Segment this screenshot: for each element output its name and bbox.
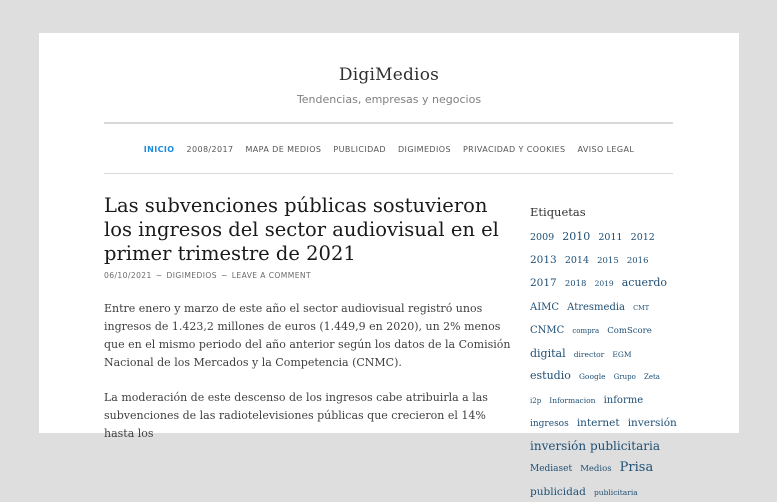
tag-link[interactable]: informe — [604, 395, 644, 406]
site-tagline: Tendencias, empresas y negocios — [296, 93, 482, 106]
page-container: DigiMedios Tendencias, empresas y negoci… — [39, 33, 739, 498]
tags-widget-title: Etiquetas — [530, 205, 586, 219]
tag-link[interactable]: 2017 — [530, 277, 557, 289]
meta-separator: ~ — [221, 271, 228, 280]
tag-link[interactable]: 2014 — [565, 255, 589, 266]
header-divider — [104, 122, 673, 124]
menu-item-privacidad[interactable]: Privacidad y cookies — [457, 145, 572, 154]
post-comments-link[interactable]: Leave a comment — [232, 271, 311, 280]
tag-link[interactable]: 2009 — [530, 232, 554, 243]
tag-link[interactable]: 2010 — [562, 230, 590, 243]
site-title[interactable]: DigiMedios — [39, 65, 739, 85]
tag-link[interactable]: 2011 — [598, 232, 622, 243]
tag-link[interactable]: Informacion — [549, 396, 595, 405]
post-meta: 06/10/2021 ~ digimedios ~ Leave a comment — [104, 271, 311, 280]
post-title[interactable]: Las subvenciones públicas sostuvieron lo… — [104, 194, 509, 266]
tag-link[interactable]: 2016 — [627, 256, 649, 266]
tag-link[interactable]: EGM — [612, 350, 631, 359]
post-author[interactable]: digimedios — [167, 271, 217, 280]
tag-link[interactable]: publicitaria — [594, 488, 638, 497]
main-navigation: Inicio 2008/2017 Mapa de medios Publicid… — [39, 145, 739, 154]
menu-item-2008-2017[interactable]: 2008/2017 — [180, 145, 239, 154]
tag-link[interactable]: 2019 — [595, 279, 614, 288]
tag-link[interactable]: CNMC — [530, 325, 564, 336]
menu-item-digimedios[interactable]: Digimedios — [392, 145, 457, 154]
tag-link[interactable]: digital — [530, 347, 566, 360]
meta-separator: ~ — [155, 271, 163, 280]
tag-link[interactable]: ingresos — [530, 419, 569, 429]
tag-link[interactable]: Zeta — [644, 373, 660, 381]
menu-item-publicidad[interactable]: Publicidad — [327, 145, 392, 154]
tag-link[interactable]: compra — [572, 327, 599, 335]
tag-link[interactable]: i2p — [530, 397, 541, 405]
tag-link[interactable]: 2012 — [631, 232, 655, 243]
post-paragraph: Entre enero y marzo de este año el secto… — [104, 302, 511, 369]
tag-link[interactable]: AIMC — [530, 302, 559, 313]
post-paragraph: La moderación de este descenso de los in… — [104, 391, 488, 440]
tag-link[interactable]: Google — [579, 372, 606, 381]
tag-link[interactable]: 2018 — [565, 279, 587, 289]
tag-link[interactable]: CMT — [633, 304, 649, 312]
tag-link[interactable]: inversión — [628, 417, 677, 429]
tag-link[interactable]: Mediaset — [530, 464, 572, 474]
menu-divider — [104, 173, 673, 174]
tag-link[interactable]: Grupo — [614, 373, 636, 381]
tag-link[interactable]: inversión publicitaria — [530, 439, 660, 453]
tag-link[interactable]: ComScore — [607, 326, 651, 336]
tag-link[interactable]: 2013 — [530, 254, 557, 266]
tag-link[interactable]: publicidad — [530, 486, 586, 498]
tag-link[interactable]: 2015 — [597, 256, 619, 266]
tag-link[interactable]: internet — [577, 417, 620, 429]
menu-item-aviso-legal[interactable]: Aviso legal — [571, 145, 640, 154]
tag-link[interactable]: estudio — [530, 369, 571, 382]
tag-link[interactable]: director — [574, 350, 605, 359]
tag-cloud: 2009 2010 2011 2012 2013 2014 2015 2016 … — [530, 225, 680, 502]
menu-item-mapa-de-medios[interactable]: Mapa de medios — [239, 145, 327, 154]
tag-link[interactable]: acuerdo — [622, 276, 667, 289]
tag-link[interactable]: Prisa — [620, 460, 654, 475]
post-date[interactable]: 06/10/2021 — [104, 271, 152, 280]
tag-link[interactable]: Medios — [580, 464, 611, 474]
tag-link[interactable]: Atresmedia — [567, 302, 625, 313]
menu-item-inicio[interactable]: Inicio — [138, 145, 181, 154]
